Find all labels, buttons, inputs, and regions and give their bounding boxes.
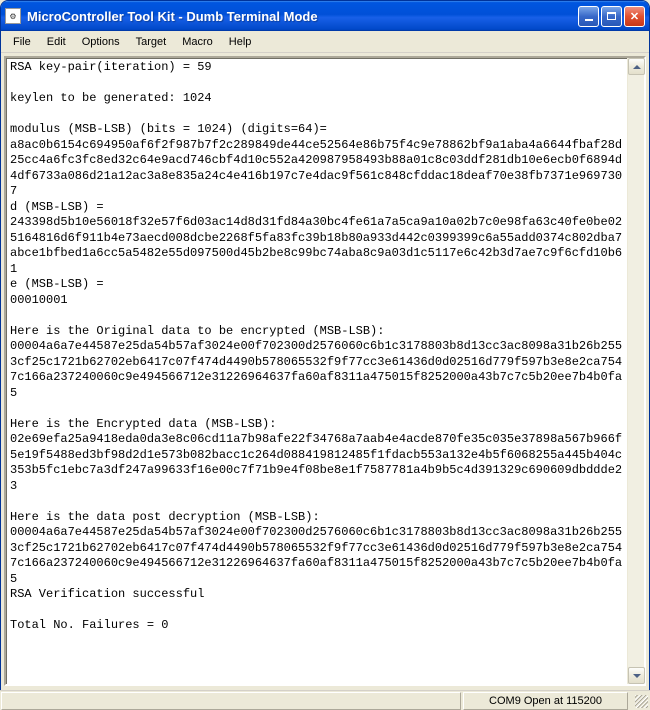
statusbar: COM9 Open at 115200 [0,690,650,710]
window-controls: ✕ [578,6,645,27]
terminal-output[interactable]: RSA key-pair(iteration) = 59 keylen to b… [6,58,627,684]
scroll-down-button[interactable] [628,667,645,684]
menu-help[interactable]: Help [221,34,260,50]
minimize-button[interactable] [578,6,599,27]
scroll-up-button[interactable] [628,58,645,75]
menubar: File Edit Options Target Macro Help [1,31,649,53]
close-button[interactable]: ✕ [624,6,645,27]
status-connection: COM9 Open at 115200 [463,692,628,710]
scrollbar[interactable] [627,58,644,684]
menu-edit[interactable]: Edit [39,34,74,50]
maximize-button[interactable] [601,6,622,27]
terminal-frame: RSA key-pair(iteration) = 59 keylen to b… [4,56,646,686]
menu-options[interactable]: Options [74,34,128,50]
window-title: MicroController Tool Kit - Dumb Terminal… [27,9,578,24]
resize-grip[interactable] [635,695,648,708]
titlebar: ⚙ MicroController Tool Kit - Dumb Termin… [1,1,649,31]
status-pane-main [1,692,461,710]
menu-macro[interactable]: Macro [174,34,221,50]
menu-target[interactable]: Target [128,34,175,50]
menu-file[interactable]: File [5,34,39,50]
app-icon: ⚙ [5,8,21,24]
